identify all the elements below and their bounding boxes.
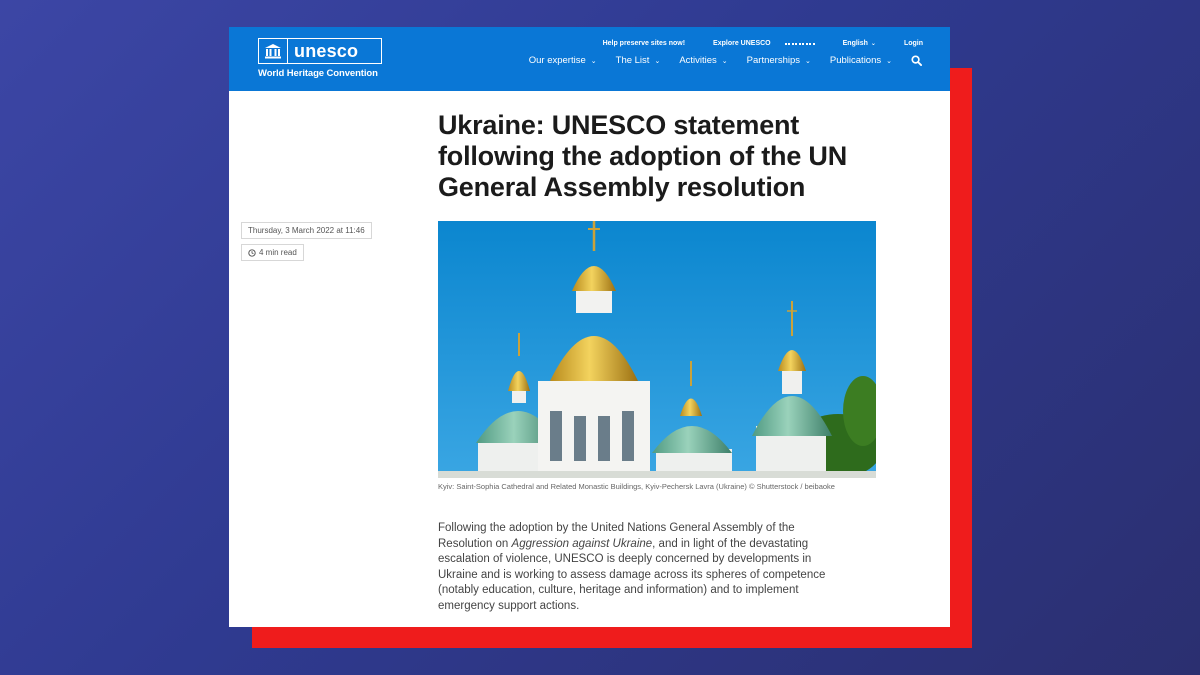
clock-icon — [248, 248, 256, 257]
nav-item-our-expertise[interactable]: Our expertise ⌄ — [529, 55, 597, 66]
nav-item-publications[interactable]: Publications ⌄ — [830, 55, 892, 66]
read-time: 4 min read — [241, 244, 304, 261]
logo-text: unesco — [294, 40, 359, 61]
logo-box: unesco — [258, 38, 382, 64]
explore-unesco-link[interactable]: Explore UNESCO — [699, 40, 815, 47]
nav-item-partnerships[interactable]: Partnerships ⌄ — [747, 55, 811, 66]
explore-unesco-label: Explore UNESCO — [713, 40, 771, 47]
nav-item-label: Publications — [829, 55, 882, 66]
nav-item-label: Activities — [679, 55, 717, 66]
language-label: English — [842, 40, 868, 47]
article-intro: Following the adoption by the United Nat… — [438, 521, 828, 615]
unesco-logo[interactable]: unesco World Heritage Convention — [258, 38, 382, 79]
publish-date: Thursday, 3 March 2022 at 11:46 — [241, 222, 372, 239]
language-selector[interactable]: English ⌄ — [829, 40, 876, 47]
chevron-down-icon: ⌄ — [886, 57, 892, 65]
login-label: Login — [903, 40, 923, 47]
chevron-down-icon: ⌄ — [870, 41, 876, 47]
nav-item-label: Our expertise — [528, 55, 586, 66]
help-preserve-link[interactable]: Help preserve sites now! — [589, 40, 685, 47]
search-icon[interactable] — [911, 55, 922, 66]
grid-icon — [784, 42, 815, 45]
chevron-down-icon: ⌄ — [721, 57, 728, 65]
article-title: Ukraine: UNESCO statement following the … — [438, 110, 848, 202]
chevron-down-icon: ⌄ — [590, 57, 597, 65]
chevron-down-icon: ⌄ — [654, 57, 661, 65]
main-nav: Our expertise ⌄ The List ⌄ Activities ⌄ … — [510, 55, 922, 66]
help-preserve-label: Help preserve sites now! — [602, 40, 686, 47]
chevron-down-icon: ⌄ — [805, 57, 811, 65]
unesco-temple-icon — [259, 39, 288, 63]
resolution-title: Aggression against Ukraine — [511, 537, 653, 550]
read-time-label: 4 min read — [259, 248, 297, 257]
image-caption: Kyiv: Saint-Sophia Cathedral and Related… — [438, 482, 835, 491]
utility-nav: Help preserve sites now! Explore UNESCO … — [575, 40, 923, 47]
site-header: unesco World Heritage Convention Help pr… — [229, 27, 950, 91]
logo-subtitle: World Heritage Convention — [258, 68, 378, 79]
cathedral-photo — [438, 221, 876, 478]
nav-item-the-list[interactable]: The List ⌄ — [616, 55, 661, 66]
nav-item-label: The List — [615, 55, 650, 66]
nav-item-label: Partnerships — [746, 55, 801, 66]
nav-item-activities[interactable]: Activities ⌄ — [679, 55, 727, 66]
webpage-screenshot: unesco World Heritage Convention Help pr… — [229, 27, 950, 627]
login-link[interactable]: Login — [890, 40, 923, 47]
